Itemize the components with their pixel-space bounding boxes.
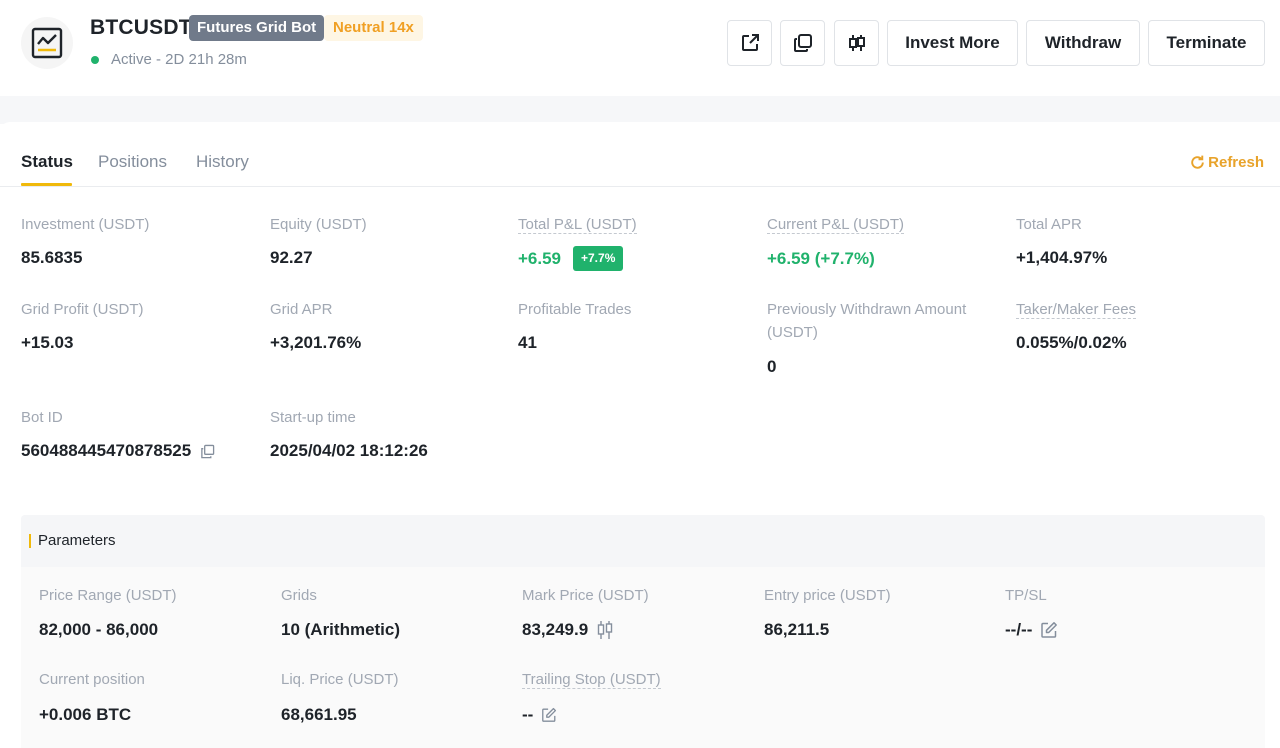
prev-withdrawn-value: 0 [767,357,777,376]
withdraw-button[interactable]: Withdraw [1026,20,1140,66]
bot-logo [21,17,73,69]
total-apr-label: Total APR [1016,216,1082,233]
tab-history[interactable]: History [196,152,249,172]
tab-status[interactable]: Status [21,152,73,172]
profitable-trades-label: Profitable Trades [518,301,632,318]
refresh-label: Refresh [1208,154,1264,171]
entry-price-value: 86,211.5 [764,620,830,639]
terminate-button[interactable]: Terminate [1148,20,1265,66]
bot-id-text: 560488445470878525 [21,441,192,460]
bot-status: Active - 2D 21h 28m [111,51,247,68]
total-pl-badge: +7.7% [573,246,624,271]
investment-value: 85.6835 [21,248,83,267]
refresh-icon [1191,155,1204,169]
grids-value: 10 (Arithmetic) [281,620,401,639]
price-range-value: 82,000 - 86,000 [39,620,159,639]
mark-price-text: 83,249.9 [522,620,589,639]
share-button[interactable] [727,20,772,66]
grid-apr-label: Grid APR [270,301,333,318]
profitable-trades-value: 41 [518,333,537,352]
status-dot [91,56,99,64]
grids-label: Grids [281,587,317,604]
equity-label: Equity (USDT) [270,216,367,233]
equity-value: 92.27 [270,248,313,267]
bot-mode-badge: Neutral 14x [324,15,423,41]
edit-icon[interactable] [541,707,557,723]
tabs-divider [0,186,1280,187]
parameters-header [21,515,1265,567]
bot-type-badge: Futures Grid Bot [189,15,325,41]
tpsl-text: --/-- [1005,620,1033,639]
price-range-label: Price Range (USDT) [39,587,177,604]
parameters-accent-bar [29,534,31,548]
trailing-stop-value: -- [522,705,557,725]
bot-symbol: BTCUSDT [90,16,192,39]
invest-more-button[interactable]: Invest More [887,20,1018,66]
parameters-title: Parameters [38,532,116,549]
current-position-label: Current position [39,671,145,688]
total-pl-label[interactable]: Total P&L (USDT) [518,213,637,236]
section-divider-band [0,96,1280,124]
total-apr-value: +1,404.97% [1016,248,1108,267]
fees-value: 0.055%/0.02% [1016,333,1127,352]
mark-price-label: Mark Price (USDT) [522,587,649,604]
refresh-button[interactable]: Refresh [1189,154,1264,171]
trailing-stop-text: -- [522,705,534,724]
startup-value: 2025/04/02 18:12:26 [270,441,428,460]
candlestick-icon [848,35,865,51]
grid-profit-value: +15.03 [21,333,74,352]
candlestick-icon[interactable] [596,620,614,640]
grid-profit-label: Grid Profit (USDT) [21,301,144,318]
liq-price-value: 68,661.95 [281,705,357,724]
chart-button[interactable] [834,20,879,66]
current-pl-value: +6.59 (+7.7%) [767,249,875,268]
liq-price-label: Liq. Price (USDT) [281,671,399,688]
bot-id-value: 560488445470878525 [21,441,215,461]
prev-withdrawn-label: Previously Withdrawn Amount (USDT) [767,301,967,341]
edit-icon[interactable] [1040,621,1058,639]
tab-positions[interactable]: Positions [98,152,167,172]
entry-price-label: Entry price (USDT) [764,587,891,604]
copy-icon[interactable] [200,444,215,459]
tpsl-value: --/-- [1005,620,1058,640]
grid-apr-value: +3,201.76% [270,333,362,352]
startup-label: Start-up time [270,409,356,426]
fees-label[interactable]: Taker/Maker Fees [1016,298,1137,321]
trailing-stop-label[interactable]: Trailing Stop (USDT) [522,671,661,689]
current-position-value: +0.006 BTC [39,705,132,724]
line-chart-icon [31,27,63,59]
bot-id-label: Bot ID [21,409,63,426]
total-pl-value: +6.59 [518,249,562,268]
copy-icon [793,34,812,52]
investment-label: Investment (USDT) [21,216,150,233]
tpsl-label: TP/SL [1005,587,1047,604]
mark-price-value: 83,249.9 [522,620,614,640]
external-link-icon [741,34,759,51]
copy-bot-button[interactable] [780,20,825,66]
current-pl-label[interactable]: Current P&L (USDT) [767,213,904,236]
